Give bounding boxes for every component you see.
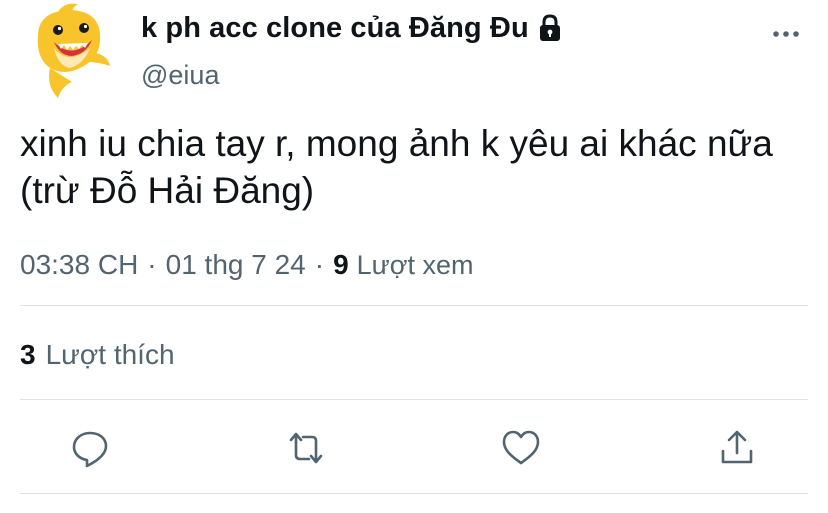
retweet-icon [289, 432, 323, 464]
views-count: 9 [333, 249, 349, 280]
divider [20, 493, 808, 494]
likes-label: Lượt thích [45, 339, 175, 370]
display-name[interactable]: k ph acc clone của Đăng Đu [141, 12, 529, 45]
likes-count: 3 [20, 339, 36, 370]
share-button[interactable] [715, 426, 759, 470]
display-name-row[interactable]: k ph acc clone của Đăng Đu [141, 10, 563, 46]
separator-dot: · [147, 249, 157, 280]
like-icon [502, 430, 540, 465]
tweet-time[interactable]: 03:38 CH [20, 249, 138, 281]
share-icon [721, 430, 753, 464]
like-button[interactable] [499, 426, 543, 470]
baby-shark-avatar-icon [37, 3, 110, 98]
tweet-meta: 03:38 CH · 01 thg 7 24 · 9 Lượt xem [20, 245, 473, 285]
separator-dot: · [314, 249, 325, 280]
divider [20, 305, 808, 306]
retweet-button[interactable] [284, 426, 328, 470]
user-handle[interactable]: @eiua [141, 60, 219, 91]
views-label: Lượt xem [356, 249, 474, 280]
more-options-icon[interactable] [766, 24, 806, 44]
likes-summary[interactable]: 3 Lượt thích [20, 335, 175, 375]
reply-icon [72, 431, 108, 468]
lock-icon [537, 13, 563, 43]
reply-button[interactable] [68, 426, 112, 470]
divider [20, 399, 808, 400]
tweet-date[interactable]: 01 thg 7 24 [166, 249, 306, 281]
avatar[interactable] [28, 2, 112, 100]
tweet-text: xinh iu chia tay r, mong ảnh k yêu ai kh… [20, 123, 773, 211]
